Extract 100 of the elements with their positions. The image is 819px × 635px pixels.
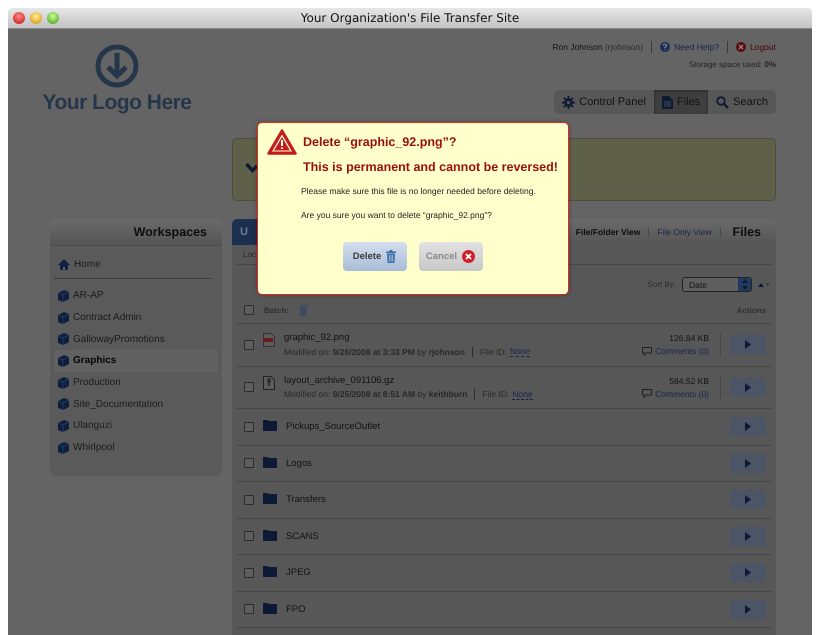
window-title: Your Organization's File Transfer Site <box>300 11 520 25</box>
search-icon <box>716 96 730 108</box>
file-id-link[interactable]: None <box>510 346 530 358</box>
sort-direction-icon <box>758 282 770 288</box>
down-arrow-circle-icon <box>95 44 139 88</box>
file-name[interactable]: FPO <box>286 604 721 615</box>
file-name[interactable]: layout_archive_091106.gz <box>284 374 634 386</box>
view-tab[interactable]: File Only View <box>649 227 720 237</box>
actions-button[interactable] <box>730 335 766 354</box>
checkbox[interactable] <box>244 305 254 315</box>
warning-icon <box>267 129 297 155</box>
cube-icon <box>58 354 69 367</box>
checkbox[interactable] <box>244 340 254 350</box>
checkbox[interactable] <box>244 568 254 578</box>
file-size: 126.84 KB <box>669 333 709 344</box>
play-icon <box>745 495 751 504</box>
dialog-title: Delete “graphic_92.png”? <box>303 135 458 149</box>
checkbox[interactable] <box>244 458 254 468</box>
file-name[interactable]: Logos <box>286 458 721 469</box>
actions-button[interactable] <box>730 600 766 619</box>
logo-text: Your Logo Here <box>42 91 192 115</box>
sidebar-item[interactable]: Contract Admin <box>54 306 218 328</box>
cube-icon <box>58 398 69 410</box>
close-icon <box>462 250 476 263</box>
trash-icon[interactable] <box>298 304 308 316</box>
sidebar-item[interactable]: AR-AP <box>54 285 218 307</box>
play-icon <box>745 604 751 614</box>
cube-icon <box>58 420 69 432</box>
cube-icon <box>58 442 69 454</box>
folder-icon <box>263 565 277 577</box>
folder-icon <box>263 419 277 431</box>
folder-icon <box>263 492 277 504</box>
sidebar-item[interactable]: Site_Documentation <box>54 393 218 416</box>
cube-icon <box>58 312 69 324</box>
home-icon <box>58 259 70 270</box>
sidebar-item[interactable]: Home <box>54 254 212 275</box>
speech-bubble-icon <box>642 346 652 356</box>
comments-link[interactable]: Comments (0) <box>642 388 709 399</box>
checkmark-icon <box>245 160 257 173</box>
folder-icon <box>263 456 277 468</box>
file-name[interactable]: Pickups_SourceOutlet <box>286 421 721 432</box>
actions-button[interactable] <box>730 417 766 436</box>
actions-button[interactable] <box>730 526 766 546</box>
checkbox[interactable] <box>244 531 254 542</box>
sidebar-item[interactable]: Graphics <box>54 350 218 372</box>
actions-button[interactable] <box>730 378 766 397</box>
dialog-question: Are you sure you want to delete “graphic_92.png”? <box>301 210 493 222</box>
file-name[interactable]: SCANS <box>286 530 721 542</box>
close-button[interactable] <box>13 12 25 24</box>
sidebar-item[interactable]: Production <box>54 372 218 394</box>
play-icon <box>745 382 751 392</box>
stepper-icon <box>742 279 748 290</box>
cancel-button[interactable]: Cancel <box>418 242 482 271</box>
document-icon <box>662 96 673 108</box>
checkbox[interactable] <box>244 422 254 432</box>
panel-title: Files <box>732 225 762 239</box>
folder-icon <box>263 528 277 540</box>
gear-icon <box>562 96 576 108</box>
comments-link[interactable]: Comments (0) <box>642 346 709 356</box>
file-name[interactable]: Transfers <box>286 494 721 506</box>
play-icon <box>745 340 751 350</box>
sort-select[interactable]: Date <box>682 277 752 292</box>
zoom-button[interactable] <box>47 12 59 24</box>
checkbox[interactable] <box>244 604 254 614</box>
panel-title: Workspaces <box>134 225 207 239</box>
actions-button[interactable] <box>730 454 766 473</box>
logout-icon <box>736 42 746 52</box>
actions-button[interactable] <box>730 563 766 582</box>
image-file-icon <box>263 333 275 347</box>
checkbox[interactable] <box>244 382 254 392</box>
speech-bubble-icon <box>642 389 652 398</box>
minimize-button[interactable] <box>30 12 42 24</box>
delete-button[interactable]: Delete <box>342 242 406 271</box>
trash-icon <box>386 250 396 263</box>
user-name: Ron Johnson (rjohnson) <box>552 42 644 52</box>
play-icon <box>745 458 751 468</box>
archive-file-icon <box>263 376 275 390</box>
play-icon <box>745 422 751 432</box>
sidebar-item[interactable]: Whirlpool <box>54 436 218 458</box>
cube-icon <box>58 376 69 389</box>
play-icon <box>745 568 751 578</box>
sidebar-item[interactable]: Ulanguzi <box>54 415 218 437</box>
help-icon <box>660 42 670 52</box>
folder-icon <box>263 602 277 614</box>
nav-tab[interactable]: Search <box>708 90 776 114</box>
play-icon <box>745 532 751 541</box>
actions-button[interactable] <box>730 490 766 510</box>
sidebar-item[interactable]: GallowayPromotions <box>54 328 218 350</box>
checkbox[interactable] <box>244 494 254 505</box>
nav-tab[interactable]: Control Panel <box>554 90 654 114</box>
file-name[interactable]: graphic_92.png <box>284 332 634 344</box>
warning-text: This is permanent and cannot be reversed! <box>303 160 558 174</box>
help-link[interactable]: Need Help? <box>674 42 719 52</box>
file-id-link[interactable]: None <box>512 388 533 400</box>
cube-icon <box>58 333 69 346</box>
file-name[interactable]: JPEG <box>286 567 721 578</box>
logout-link[interactable]: Logout <box>750 42 776 52</box>
file-size: 584.52 KB <box>669 376 709 386</box>
upload-tab[interactable]: U <box>232 219 257 245</box>
cube-icon <box>58 290 69 302</box>
